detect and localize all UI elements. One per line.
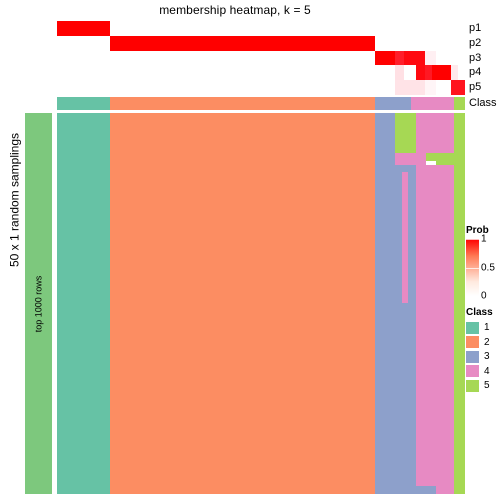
prob-cell xyxy=(394,50,405,66)
class-segment-2 xyxy=(110,97,375,110)
membership-heatmap xyxy=(57,113,465,494)
heatmap-block-class-4 xyxy=(415,165,454,494)
heatmap-block-class-5 xyxy=(453,113,465,494)
prob-row-label-p2: p2 xyxy=(469,36,482,49)
prob-cell xyxy=(450,80,465,95)
prob-cell xyxy=(110,21,465,36)
prob-cell xyxy=(110,35,375,51)
class-legend-item-3: 3 xyxy=(466,350,504,363)
prob-cell xyxy=(450,65,459,81)
prob-row-label-p5: p5 xyxy=(469,81,482,94)
heatmap-block-class-3 xyxy=(415,486,437,494)
class-legend-item-1: 1 xyxy=(466,321,504,334)
heatmap-block-class-4 xyxy=(394,153,416,166)
prob-cell xyxy=(57,50,375,66)
prob-cell xyxy=(436,80,451,95)
class-legend-swatch xyxy=(466,365,479,377)
prob-cell xyxy=(57,35,111,51)
heatmap-block-class-5 xyxy=(394,113,416,153)
prob-cell xyxy=(425,50,437,66)
class-annotation-label: Class xyxy=(469,97,497,109)
class-legend-item-2: 2 xyxy=(466,336,504,349)
probability-heatmap-panel xyxy=(57,21,465,95)
prob-tick-1: 1 xyxy=(481,233,487,245)
prob-cell xyxy=(458,65,465,81)
class-legend-label: 5 xyxy=(484,380,490,391)
prob-cell xyxy=(57,65,395,81)
class-segment-3 xyxy=(374,97,411,110)
prob-cell xyxy=(57,21,111,36)
prob-tick-0.5: 0.5 xyxy=(481,262,495,273)
class-legend-swatch xyxy=(466,321,479,334)
prob-tick-mark xyxy=(466,239,479,240)
prob-tick-mark xyxy=(466,267,479,269)
prob-cell xyxy=(425,80,437,95)
prob-cell xyxy=(436,65,451,81)
class-segment-5 xyxy=(453,97,465,110)
prob-cell xyxy=(57,80,395,95)
prob-cell xyxy=(394,80,425,95)
heatmap-block-class-4 xyxy=(436,480,454,494)
prob-cell xyxy=(394,65,405,81)
class-legend-label: 3 xyxy=(484,351,490,362)
class-legend: Class 1 2 3 4 5 xyxy=(466,307,504,392)
class-legend-label: 1 xyxy=(484,322,490,333)
legend-container: Prob 1 0.5 0 Class 12345 xyxy=(466,225,504,394)
class-legend-item-5: 5 xyxy=(466,379,504,392)
class-legend-swatch xyxy=(466,379,479,392)
heatmap-block-class-4 xyxy=(401,172,408,304)
heatmap-block-class-3 xyxy=(374,113,395,494)
heatmap-block-class-1 xyxy=(57,113,111,494)
prob-cell xyxy=(374,50,395,66)
prob-color-gradient: 1 0.5 0 xyxy=(466,234,495,302)
prob-row-p2 xyxy=(57,35,465,51)
heatmap-block-class-2 xyxy=(110,113,375,494)
class-legend-item-4: 4 xyxy=(466,365,504,378)
prob-row-label-p3: p3 xyxy=(469,51,482,64)
heatmap-block-class-4 xyxy=(415,113,454,153)
class-legend-swatch xyxy=(466,350,479,363)
class-annotation-bar xyxy=(57,97,465,110)
row-annotation-label: top 1000 rows xyxy=(33,275,44,332)
class-legend-label: 4 xyxy=(484,365,490,377)
class-segment-4 xyxy=(410,97,454,110)
row-annotation-text-wrap: top 1000 rows xyxy=(25,113,52,494)
prob-row-label-p1: p1 xyxy=(469,22,482,34)
prob-cell xyxy=(436,50,465,66)
heatmap-block-class-5 xyxy=(436,153,454,166)
heatmap-block-class-5 xyxy=(426,153,437,161)
page-title: membership heatmap, k = 5 xyxy=(159,3,311,17)
prob-row-p4 xyxy=(57,65,465,81)
prob-cell xyxy=(404,65,416,81)
y-axis-title: 50 x 1 random samplings xyxy=(7,132,22,268)
prob-cell xyxy=(415,65,425,81)
prob-row-label-p4: p4 xyxy=(469,66,482,79)
prob-row-p3 xyxy=(57,50,465,66)
class-legend-title: Class xyxy=(466,307,493,318)
prob-tick-0: 0 xyxy=(481,290,487,302)
class-legend-label: 2 xyxy=(484,336,490,348)
heatmap-block-class-5 xyxy=(453,153,465,166)
prob-cell xyxy=(374,35,465,51)
prob-cell xyxy=(404,50,425,66)
class-legend-swatch xyxy=(466,336,479,348)
heatmap-block-class-4 xyxy=(415,153,427,166)
prob-row-p1 xyxy=(57,21,465,36)
class-segment-1 xyxy=(57,97,111,110)
prob-row-p5 xyxy=(57,80,465,95)
